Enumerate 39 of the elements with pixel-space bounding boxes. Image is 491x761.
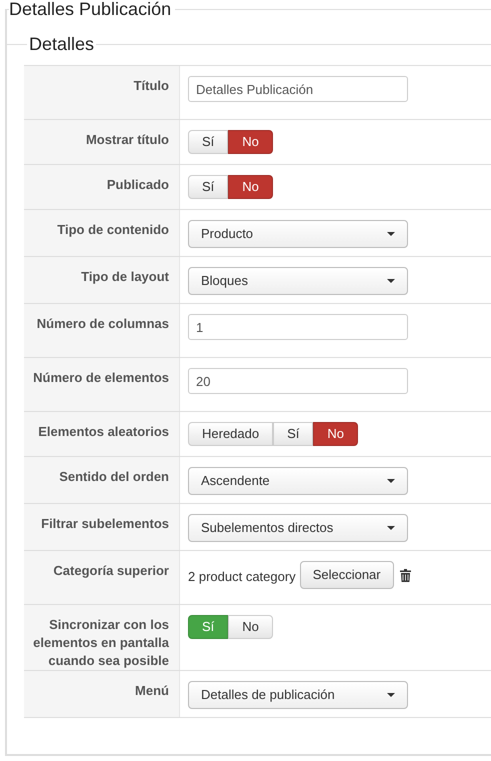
caret-icon xyxy=(387,693,395,697)
dropdown-field[interactable]: Subelementos directos xyxy=(188,514,408,542)
category-value: 2 product category xyxy=(188,568,296,586)
field-label: Título xyxy=(132,77,169,95)
field-label: Filtrar subelementos xyxy=(40,515,169,533)
section-title: Detalles Publicación xyxy=(9,0,172,19)
toggle-option[interactable]: No xyxy=(228,130,273,154)
subsection-title: Detalles xyxy=(28,33,96,55)
field-label: Categoría superior xyxy=(52,562,169,580)
caret-icon xyxy=(387,232,395,236)
field-label: Tipo de contenido xyxy=(56,221,169,239)
text-field[interactable]: 20 xyxy=(188,368,408,394)
toggle-option[interactable]: Heredado xyxy=(188,422,274,446)
field-label: Sincronizar con los elementos en pantalla cuando sea posible xyxy=(32,616,169,670)
toggle-option[interactable]: Sí xyxy=(188,130,228,154)
field-label: Número de elementos xyxy=(32,369,169,387)
field-label: Tipo de layout xyxy=(80,268,169,286)
field-label: Elementos aleatorios xyxy=(37,423,169,441)
text-field[interactable]: 1 xyxy=(188,314,408,340)
field-label: Número de columnas xyxy=(36,315,169,333)
caret-icon xyxy=(387,479,395,483)
field-label: Publicado xyxy=(106,176,169,194)
dropdown-field[interactable]: Bloques xyxy=(188,267,408,295)
field-label: Sentido del orden xyxy=(58,468,169,486)
select-button[interactable]: Seleccionar xyxy=(300,561,394,589)
toggle-option[interactable]: Sí xyxy=(273,422,314,446)
field-label: Mostrar título xyxy=(84,131,169,149)
toggle-option[interactable]: No xyxy=(228,615,273,639)
caret-icon xyxy=(387,279,395,283)
field-label: Menú xyxy=(134,682,169,700)
dropdown-field[interactable]: Producto xyxy=(188,220,408,248)
toggle-option[interactable]: No xyxy=(313,422,358,446)
trash-icon[interactable] xyxy=(400,568,411,582)
text-field[interactable]: Detalles Publicación xyxy=(188,76,408,102)
toggle-option[interactable]: Sí xyxy=(188,175,228,199)
dropdown-field[interactable]: Detalles de publicación xyxy=(188,681,408,709)
caret-icon xyxy=(387,526,395,530)
toggle-option[interactable]: No xyxy=(228,175,273,199)
dropdown-field[interactable]: Ascendente xyxy=(188,467,408,495)
